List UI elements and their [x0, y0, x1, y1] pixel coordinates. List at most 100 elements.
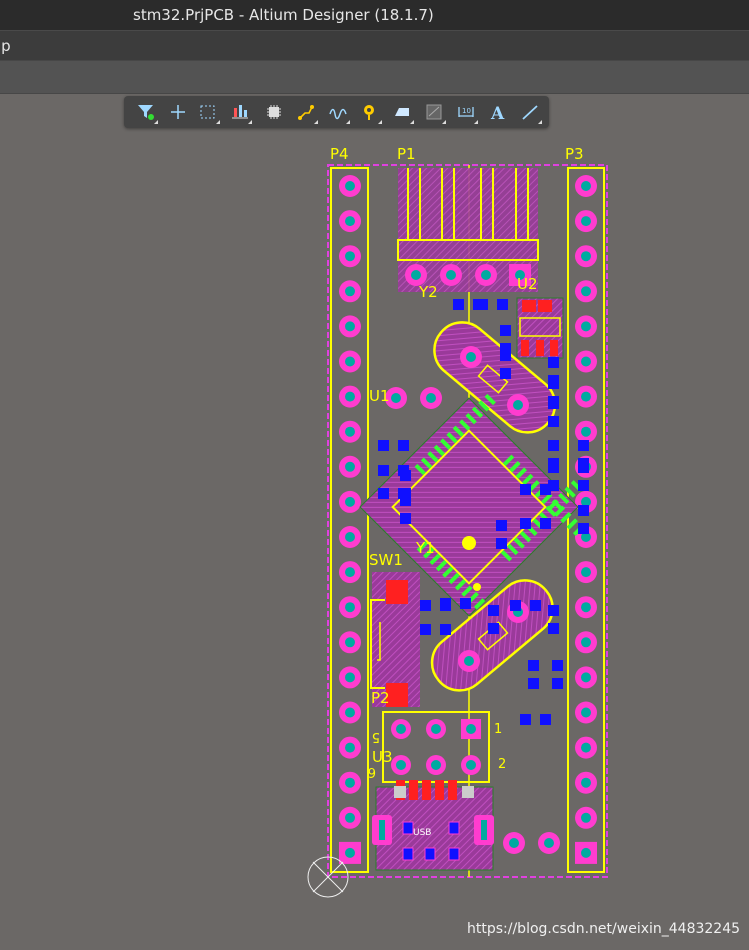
smd-pad	[552, 678, 563, 689]
header-pin-hole	[581, 742, 591, 753]
smd-pad	[540, 714, 551, 725]
pad-hole	[544, 838, 554, 848]
smd-pad	[496, 538, 507, 549]
smd-pad	[520, 484, 531, 495]
smd-pad	[578, 462, 589, 473]
smd-pad	[440, 598, 451, 609]
smd-pad	[500, 368, 511, 379]
smd-pad	[488, 623, 499, 634]
smd-pad	[460, 598, 471, 609]
label-sw1: SW1	[369, 551, 403, 569]
label-usb: USB	[413, 828, 431, 838]
smd-pad	[520, 518, 531, 529]
pin-label-1: 1	[494, 722, 502, 737]
header-pin-hole	[345, 216, 355, 227]
smd-pad	[440, 624, 451, 635]
header-pin-hole	[581, 777, 591, 788]
header-p1	[397, 168, 539, 292]
header-pin-hole	[581, 391, 591, 402]
smd-pad	[500, 325, 511, 336]
smd-pad	[520, 714, 531, 725]
smd-pad	[500, 350, 511, 361]
smd-pad	[548, 605, 559, 616]
smd-pad	[510, 600, 521, 611]
smd-pad	[497, 299, 508, 310]
header-pin-hole	[581, 426, 591, 437]
smd-pad	[548, 416, 559, 427]
header-pin-hole	[581, 812, 591, 823]
header-pin-hole	[345, 532, 355, 542]
smd-pad	[540, 518, 551, 529]
header-pin-hole	[345, 707, 355, 718]
header-pin-hole	[581, 707, 591, 718]
smd-pad	[548, 357, 559, 368]
smd-pad	[548, 440, 559, 451]
label-u3: U3	[372, 748, 393, 766]
smd-pad	[548, 462, 559, 473]
header-p4	[330, 167, 369, 873]
label-p1: P1	[397, 145, 416, 163]
smd-pad	[453, 299, 464, 310]
pin-label-6: 6	[368, 764, 376, 779]
smd-pad	[378, 440, 389, 451]
header-pin-hole	[345, 742, 355, 753]
header-pin-hole	[345, 286, 355, 297]
smd-pad	[552, 660, 563, 671]
header-pin-hole	[581, 602, 591, 613]
header-pin-hole	[581, 356, 591, 367]
header-pin-hole	[345, 461, 355, 472]
header-pin-hole	[581, 286, 591, 297]
header-pin-hole	[345, 251, 355, 262]
smd-pad	[548, 623, 559, 634]
header-pin-hole	[345, 847, 355, 858]
smd-pad	[548, 396, 559, 407]
smd-pad	[528, 660, 539, 671]
u2-regulator	[516, 297, 564, 359]
smd-pad	[578, 523, 589, 534]
watermark-text: https://blog.csdn.net/weixin_44832245	[467, 921, 741, 937]
header-pin-hole	[581, 251, 591, 262]
smd-pad	[530, 600, 541, 611]
header-pin-hole	[345, 321, 355, 332]
smd-pad	[548, 378, 559, 389]
label-u1: U1	[369, 387, 390, 405]
u1-part	[385, 387, 442, 409]
header-pin-hole	[345, 637, 355, 648]
header-pin-hole	[345, 672, 355, 683]
label-p3: P3	[565, 145, 584, 163]
header-pin-hole	[345, 567, 355, 578]
smd-pad	[378, 488, 389, 499]
label-p4: P4	[330, 145, 349, 163]
smd-pad	[578, 505, 589, 516]
smd-pad	[400, 488, 411, 499]
label-y1: Y1	[415, 539, 435, 557]
header-pin-hole	[581, 567, 591, 578]
smd-pad	[400, 513, 411, 524]
pin-label-5: 5	[372, 729, 380, 744]
header-pin-hole	[581, 216, 591, 227]
header-pin-hole	[345, 777, 355, 788]
label-p2: P2	[371, 689, 390, 707]
pcb-canvas[interactable]: P4 P1 P3 Y2 U2 U1 SW1 Y1 P2 U3 1 2 5 6 U…	[0, 0, 749, 950]
header-pin-hole	[581, 637, 591, 648]
header-pin-hole	[345, 426, 355, 437]
switch-sw1	[370, 572, 420, 707]
smd-pad	[578, 440, 589, 451]
header-pin-hole	[581, 847, 591, 858]
header-pin-hole	[581, 321, 591, 332]
u3-part	[382, 711, 490, 783]
smd-pad	[477, 299, 488, 310]
header-pin-hole	[345, 812, 355, 823]
smd-pad	[488, 605, 499, 616]
smd-pad	[420, 624, 431, 635]
pad-hole	[509, 838, 519, 848]
header-pin-hole	[581, 672, 591, 683]
smd-pad	[378, 465, 389, 476]
header-pin-hole	[345, 391, 355, 402]
smd-pad	[400, 470, 411, 481]
pin-label-2: 2	[498, 757, 506, 772]
header-pin-hole	[345, 602, 355, 613]
header-pin-hole	[581, 181, 591, 191]
label-y2: Y2	[418, 283, 438, 301]
smd-pad	[578, 480, 589, 491]
